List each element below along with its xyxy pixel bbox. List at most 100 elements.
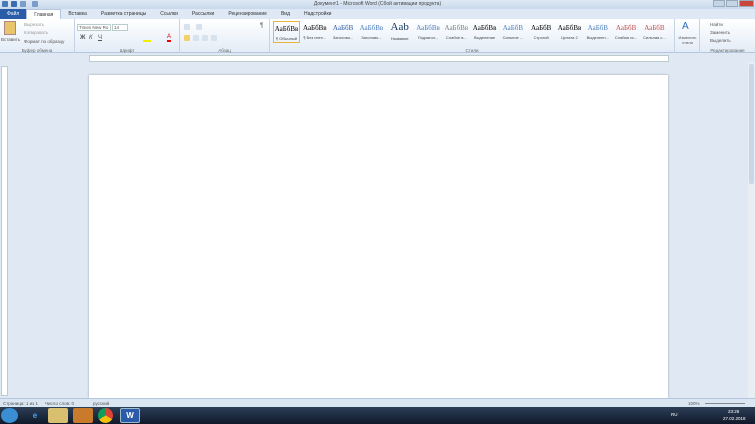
paragraph-group: ¶ Абзац: [180, 19, 270, 53]
highlight-icon[interactable]: [143, 35, 151, 42]
font-color-button[interactable]: A: [167, 34, 172, 42]
style-preview: АаБбВ: [531, 24, 552, 32]
style-preview: АаБбВ: [502, 24, 524, 32]
style-label: Строгий: [533, 35, 549, 40]
editing-group: Найти Заменить Выделить Редактирование: [700, 19, 755, 53]
format-painter-button[interactable]: Формат по образцу: [24, 39, 64, 44]
vertical-ruler[interactable]: [1, 66, 8, 396]
align-left-button[interactable]: [184, 35, 190, 41]
status-bar: Страница: 1 из 1 Число слов: 0 русский 1…: [0, 398, 755, 407]
style-preview: АаБбВв: [274, 25, 299, 33]
style-label: Выделенн...: [586, 35, 609, 40]
ribbon-tabs: Файл Главная Вставка Разметка страницы С…: [0, 9, 755, 19]
bold-button[interactable]: Ж: [80, 35, 85, 41]
close-button[interactable]: [739, 0, 754, 7]
word-taskbar-icon[interactable]: W: [120, 408, 140, 423]
font-group: Times New Ro 14 Ж К Ч A Шрифт: [75, 19, 180, 53]
tab-file[interactable]: Файл: [0, 9, 27, 19]
input-language[interactable]: RU: [671, 412, 678, 417]
style-item[interactable]: АаБбВв Заголово...: [358, 21, 385, 43]
style-item[interactable]: АаБбВ Выделенн...: [584, 21, 611, 43]
zoom-level[interactable]: 100%: [688, 401, 700, 406]
find-button[interactable]: Найти: [710, 22, 723, 27]
font-size-select[interactable]: 14: [112, 24, 128, 31]
minimize-button[interactable]: [713, 0, 725, 7]
style-label: Сильная с...: [643, 35, 666, 40]
show-marks-button[interactable]: ¶: [260, 23, 263, 29]
style-item[interactable]: АаБбВв ¶ Без инте...: [301, 21, 328, 43]
style-preview: АаБбВв: [359, 24, 384, 32]
style-label: Слабое в...: [445, 35, 467, 40]
style-preview: АаБбВв: [557, 24, 582, 32]
style-item[interactable]: АаБбВв ¶ Обычный: [273, 21, 300, 43]
clipboard-label: Буфер обмена: [21, 48, 53, 53]
chrome-icon[interactable]: [98, 408, 113, 423]
font-label: Шрифт: [119, 48, 135, 53]
underline-button[interactable]: Ч: [98, 35, 102, 41]
style-item[interactable]: АаБбВ Сильное ...: [499, 21, 526, 43]
document-page[interactable]: [89, 75, 668, 398]
change-styles-icon[interactable]: A: [682, 21, 689, 32]
ie-icon[interactable]: e: [25, 408, 45, 423]
tab-mailings[interactable]: Рассылки: [185, 9, 221, 19]
tab-review[interactable]: Рецензирование: [221, 9, 274, 19]
style-item[interactable]: АаБбВв Подзагол...: [415, 21, 442, 43]
tab-addins[interactable]: Надстройки: [297, 9, 338, 19]
styles-label: Стили: [465, 48, 479, 53]
style-item[interactable]: АаБбВ Слабая сс...: [613, 21, 640, 43]
language[interactable]: русский: [93, 401, 109, 406]
style-preview: АаБбВв: [302, 24, 327, 32]
style-label: Цитата 2: [561, 35, 578, 40]
tab-insert[interactable]: Вставка: [61, 9, 94, 19]
style-item[interactable]: АаБбВв Слабое в...: [443, 21, 470, 43]
zoom-slider[interactable]: [705, 403, 745, 404]
select-button[interactable]: Выделить: [710, 38, 731, 43]
style-label: Выделение: [473, 35, 496, 40]
change-styles-button[interactable]: Изменить стили: [676, 35, 699, 45]
font-name-select[interactable]: Times New Ro: [77, 24, 111, 31]
change-styles-group: A Изменить стили: [675, 19, 700, 53]
italic-button[interactable]: К: [89, 35, 93, 41]
style-preview: АаБбВ: [644, 24, 665, 32]
word-count[interactable]: Число слов: 0: [45, 401, 74, 406]
copy-button[interactable]: Копировать: [24, 30, 48, 35]
page-count[interactable]: Страница: 1 из 1: [3, 401, 38, 406]
paste-button[interactable]: Вставить: [1, 37, 20, 42]
media-player-icon[interactable]: [73, 408, 93, 423]
paste-icon[interactable]: [4, 21, 16, 35]
replace-button[interactable]: Заменить: [710, 30, 730, 35]
style-label: Подзагол...: [417, 35, 439, 40]
style-item[interactable]: АаБбВ Строгий: [528, 21, 555, 43]
style-item[interactable]: Aab Название: [386, 21, 413, 43]
editing-label: Редактирование: [710, 48, 745, 53]
style-preview: АаБбВ: [332, 24, 354, 32]
tab-view[interactable]: Вид: [274, 9, 297, 19]
style-label: ¶ Обычный: [276, 36, 297, 41]
clock-date[interactable]: 27.02.2018: [723, 416, 746, 421]
style-label: Заголово...: [332, 35, 354, 40]
bullets-button[interactable]: [184, 24, 190, 30]
start-button[interactable]: [1, 408, 18, 423]
style-preview: АаБбВ: [587, 24, 608, 32]
window-title: Документ1 - Microsoft Word (Сбой активац…: [313, 1, 442, 7]
style-item[interactable]: АаБбВ Заголово...: [330, 21, 357, 43]
horizontal-ruler[interactable]: [89, 55, 669, 62]
align-right-button[interactable]: [202, 35, 208, 41]
align-center-button[interactable]: [193, 35, 199, 41]
numbering-button[interactable]: [196, 24, 202, 30]
title-bar: Документ1 - Microsoft Word (Сбой активац…: [0, 0, 755, 9]
explorer-icon[interactable]: [48, 408, 68, 423]
scrollbar-thumb[interactable]: [749, 64, 754, 184]
justify-button[interactable]: [211, 35, 217, 41]
style-item[interactable]: АаБбВв Выделение: [471, 21, 498, 43]
tab-home[interactable]: Главная: [26, 9, 62, 19]
style-item[interactable]: АаБбВв Цитата 2: [556, 21, 583, 43]
cut-button[interactable]: Вырезать: [24, 22, 44, 27]
style-item[interactable]: АаБбВ Сильная с...: [641, 21, 668, 43]
clipboard-group: Вставить Вырезать Копировать Формат по о…: [0, 19, 75, 53]
tab-page-layout[interactable]: Разметка страницы: [94, 9, 153, 19]
style-preview: АаБбВв: [472, 24, 497, 32]
clock-time[interactable]: 23:28: [728, 409, 739, 414]
maximize-button[interactable]: [726, 0, 738, 7]
tab-references[interactable]: Ссылки: [153, 9, 185, 19]
